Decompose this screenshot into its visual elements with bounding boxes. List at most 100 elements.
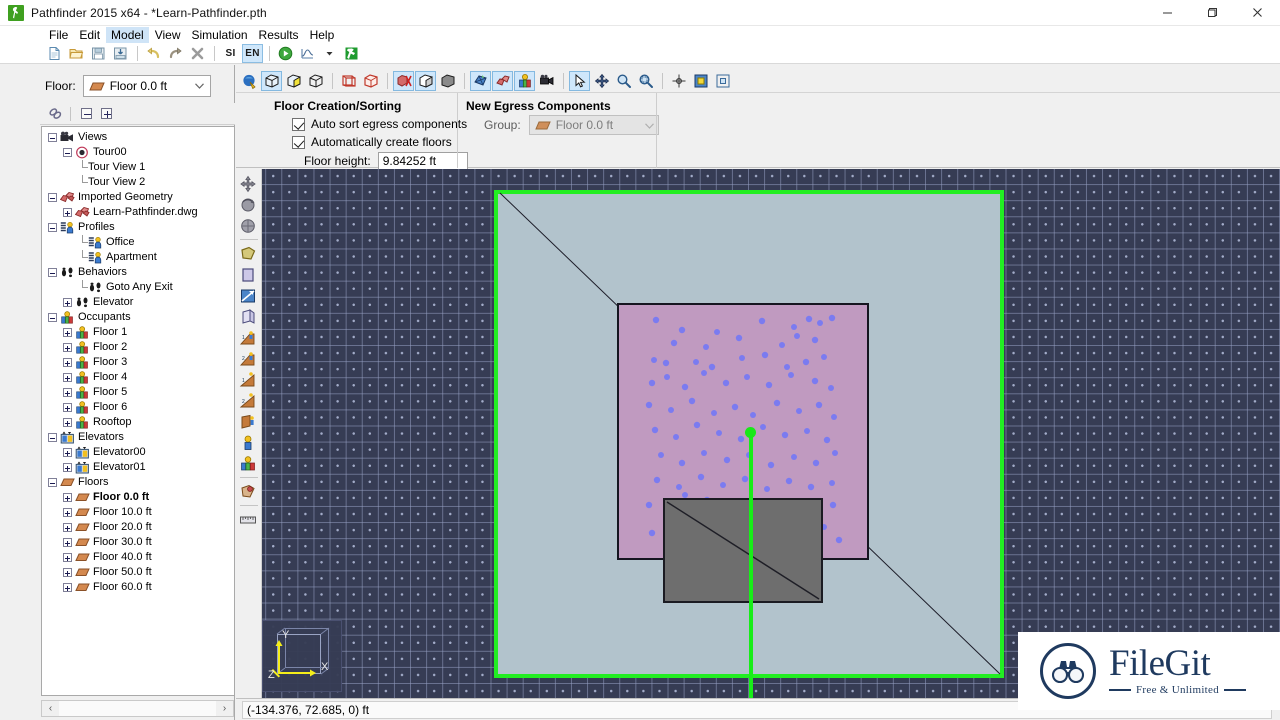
tree-item[interactable]: Floor 50.0 ft — [42, 565, 234, 580]
menu-simulation[interactable]: Simulation — [187, 27, 253, 43]
delete-icon[interactable] — [187, 44, 208, 63]
expand-node-button[interactable] — [63, 493, 72, 502]
expand-node-button[interactable] — [63, 553, 72, 562]
hide-geometry-icon[interactable] — [393, 71, 414, 91]
show-cameras-icon[interactable] — [536, 71, 557, 91]
tree-item[interactable]: Views — [42, 130, 234, 145]
maximize-button[interactable] — [1190, 0, 1235, 26]
new-file-icon[interactable] — [44, 44, 65, 63]
expand-node-button[interactable] — [63, 583, 72, 592]
close-button[interactable] — [1235, 0, 1280, 26]
floor-height-input[interactable]: 9.84252 ft — [377, 151, 468, 171]
zoom-tool-icon[interactable] — [613, 71, 634, 91]
open-results-viewer-icon[interactable] — [341, 44, 362, 63]
show-bounding-box-icon[interactable] — [338, 71, 359, 91]
draw-room-tool-icon[interactable] — [236, 243, 260, 264]
tree-item[interactable]: Floors — [42, 475, 234, 490]
units-si-button[interactable]: SI — [220, 44, 241, 63]
tree-item[interactable]: Floor 20.0 ft — [42, 520, 234, 535]
zoom-window-tool-icon[interactable] — [635, 71, 656, 91]
save-icon[interactable] — [88, 44, 109, 63]
tree-item[interactable]: Elevator00 — [42, 445, 234, 460]
tree-item[interactable]: Office — [42, 235, 234, 250]
menu-model[interactable]: Model — [106, 26, 149, 43]
expand-node-button[interactable] — [63, 523, 72, 532]
expand-node-button[interactable] — [63, 298, 72, 307]
chevron-down-icon[interactable] — [192, 81, 208, 91]
add-ramp-up-icon[interactable]: 1 — [236, 369, 260, 390]
tree-item[interactable]: Floor 4 — [42, 370, 234, 385]
tree-item[interactable]: Tour View 2 — [42, 175, 234, 190]
scroll-right-arrow[interactable]: › — [216, 701, 233, 716]
add-source-icon[interactable] — [236, 481, 260, 502]
expand-node-button[interactable] — [63, 343, 72, 352]
tree-item[interactable]: Floor 40.0 ft — [42, 550, 234, 565]
tree-item[interactable]: Tour00 — [42, 145, 234, 160]
add-exit-icon[interactable] — [236, 411, 260, 432]
minimize-button[interactable] — [1145, 0, 1190, 26]
rotate-tool-icon[interactable] — [236, 194, 260, 215]
tree-item[interactable]: Floor 3 — [42, 355, 234, 370]
expand-node-button[interactable] — [63, 463, 72, 472]
collapse-node-button[interactable] — [48, 223, 57, 232]
select-tool-icon[interactable] — [569, 71, 590, 91]
menu-view[interactable]: View — [150, 27, 186, 43]
tree-item[interactable]: Goto Any Exit — [42, 280, 234, 295]
add-stair-down-icon[interactable]: 2 — [236, 348, 260, 369]
add-occupant-icon[interactable] — [236, 432, 260, 453]
measure-tool-icon[interactable] — [236, 509, 260, 530]
show-imported-geometry-icon[interactable] — [492, 71, 513, 91]
expand-node-button[interactable] — [63, 418, 72, 427]
expand-node-button[interactable] — [63, 388, 72, 397]
tree-item[interactable]: Elevators — [42, 430, 234, 445]
auto-create-floors-checkbox-row[interactable]: Automatically create floors — [292, 133, 452, 151]
orbit-tool-icon[interactable] — [236, 173, 260, 194]
collapse-node-button[interactable] — [48, 433, 57, 442]
expand-node-button[interactable] — [63, 403, 72, 412]
zoom-extents-icon[interactable] — [690, 71, 711, 91]
floor-selector-combobox[interactable]: Floor 0.0 ft — [82, 75, 211, 97]
3d-viewport[interactable]: Y X Z — [236, 169, 1280, 698]
units-en-button[interactable]: EN — [242, 43, 263, 63]
tree-item[interactable]: Tour View 1 — [42, 160, 234, 175]
view-shaded-icon[interactable] — [283, 71, 304, 91]
expand-node-button[interactable] — [63, 208, 72, 217]
tree-item[interactable]: Profiles — [42, 220, 234, 235]
add-occupant-group-icon[interactable] — [236, 453, 260, 474]
tree-item[interactable]: Floor 6 — [42, 400, 234, 415]
results-chart-icon[interactable] — [297, 44, 318, 63]
expand-node-button[interactable] — [63, 568, 72, 577]
chevron-down-icon[interactable] — [644, 118, 654, 132]
run-simulation-icon[interactable] — [275, 44, 296, 63]
tree-item[interactable]: Imported Geometry — [42, 190, 234, 205]
expand-node-button[interactable] — [63, 508, 72, 517]
draw-rectangle-room-icon[interactable] — [236, 264, 260, 285]
open-folder-icon[interactable] — [66, 44, 87, 63]
elevator-block[interactable] — [663, 498, 823, 603]
reset-view-icon[interactable] — [668, 71, 689, 91]
collapse-node-button[interactable] — [48, 268, 57, 277]
tree-item[interactable]: Floor 1 — [42, 325, 234, 340]
tree-item[interactable]: Floor 5 — [42, 385, 234, 400]
pan-tool-icon[interactable] — [591, 71, 612, 91]
expand-node-button[interactable] — [63, 328, 72, 337]
tree-item[interactable]: Floor 30.0 ft — [42, 535, 234, 550]
draw-door-icon[interactable] — [236, 285, 260, 306]
tree-item[interactable]: Occupants — [42, 310, 234, 325]
tree-item[interactable]: Learn-Pathfinder.dwg — [42, 205, 234, 220]
collapse-node-button[interactable] — [48, 193, 57, 202]
show-solid-geometry-icon[interactable] — [437, 71, 458, 91]
collapse-node-button[interactable] — [48, 478, 57, 487]
tree-item[interactable]: Floor 2 — [42, 340, 234, 355]
navigation-mode-icon[interactable] — [239, 71, 260, 91]
auto-create-floors-checkbox[interactable] — [292, 135, 305, 149]
scroll-track[interactable] — [59, 701, 216, 716]
collapse-node-button[interactable] — [48, 313, 57, 322]
show-navigation-mesh-icon[interactable] — [470, 71, 491, 91]
tree-item[interactable]: Apartment — [42, 250, 234, 265]
tree-item[interactable]: Rooftop — [42, 415, 234, 430]
menu-results[interactable]: Results — [254, 27, 304, 43]
model-tree[interactable]: Views Tour00 Tour View 1 Tour View 2 Importe… — [41, 126, 234, 696]
menu-help[interactable]: Help — [305, 27, 340, 43]
show-occupants-icon[interactable] — [514, 71, 535, 91]
